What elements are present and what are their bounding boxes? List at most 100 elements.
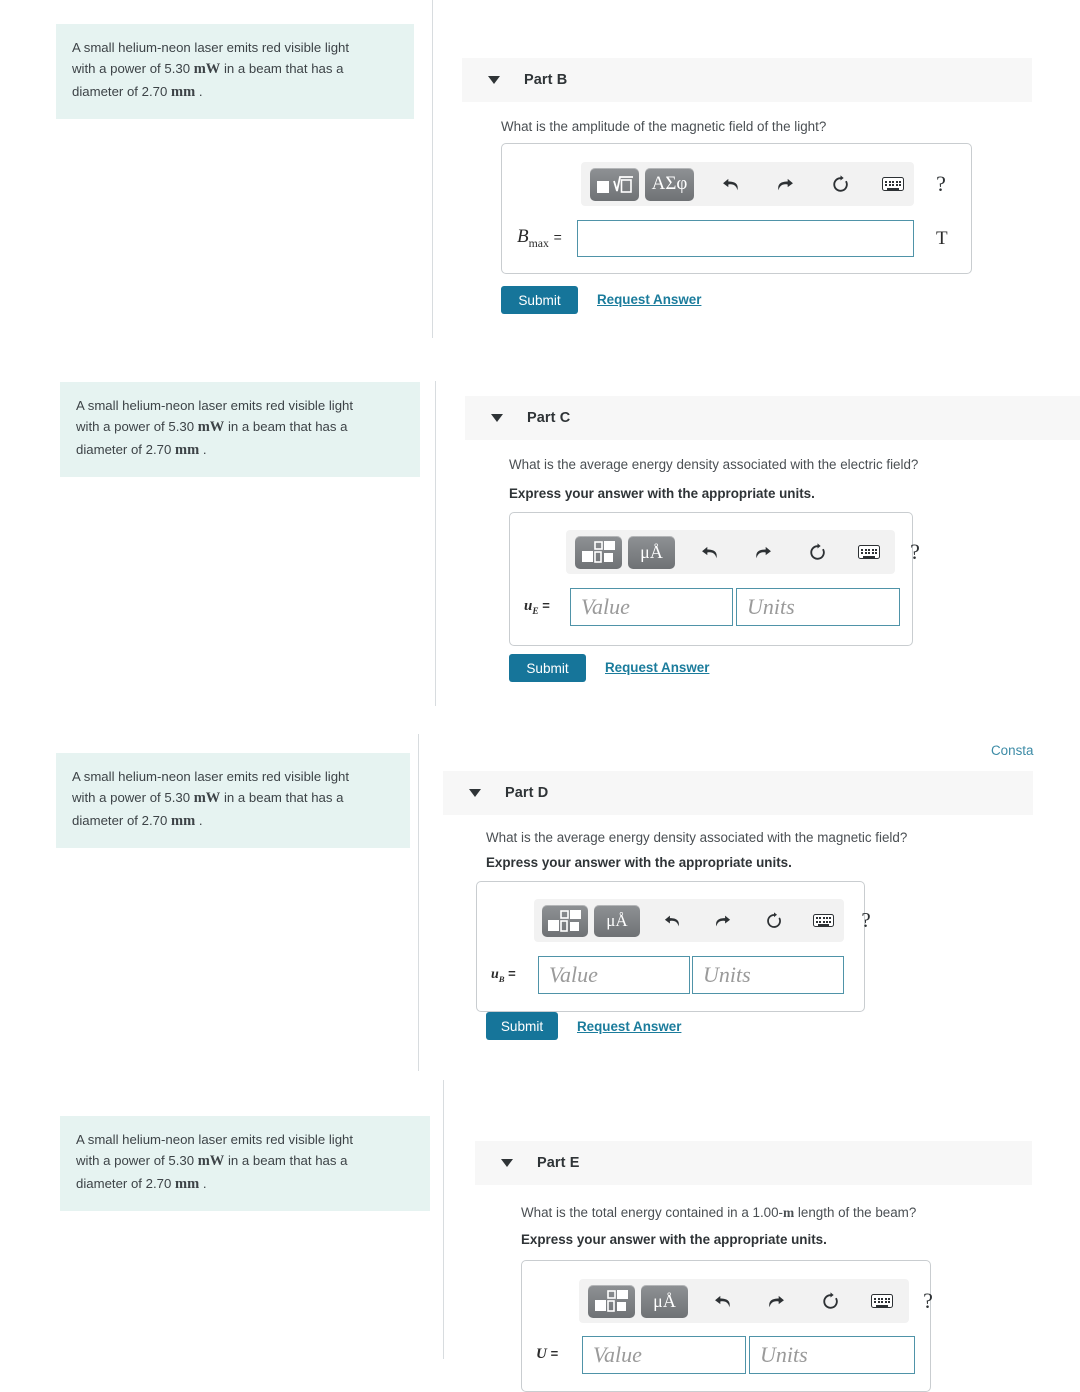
part-title: Part D [505,785,549,801]
problem-unit-mm: mm [170,812,196,829]
part-header-c[interactable]: Part C [465,396,1080,440]
value-input-e[interactable]: Value [582,1336,746,1374]
value-input-c[interactable]: Value [570,588,733,626]
math-toolbar-d: μÅ ? [534,899,871,942]
problem-line-3b: . [202,1175,207,1191]
problem-unit-mm: mm [174,1175,200,1192]
undo-icon[interactable] [713,168,747,201]
request-answer-link-b[interactable]: Request Answer [597,292,701,307]
request-answer-link-d[interactable]: Request Answer [577,1019,681,1034]
units-button[interactable]: μÅ [628,535,675,569]
problem-line-3b: . [198,812,203,828]
undo-icon[interactable] [692,536,726,569]
question-text-e-b: length of the beam? [794,1205,917,1220]
variable-base: u [491,967,499,983]
chevron-down-icon[interactable] [501,1159,513,1167]
column-divider [432,0,433,338]
units-button[interactable]: μÅ [641,1284,688,1318]
units-input-d[interactable]: Units [692,956,844,994]
chevron-down-icon[interactable] [488,76,500,84]
value-input-d[interactable]: Value [538,956,690,994]
segment-part-e: A small helium-neon laser emits red visi… [0,1080,1080,1392]
equals-sign: = [550,1345,559,1361]
help-icon[interactable]: ? [913,1285,943,1318]
problem-line-1: A small helium-neon laser emits red visi… [72,40,350,55]
variable-label-d: uB = [491,966,538,984]
part-header-b[interactable]: Part B [462,58,1032,102]
units-button[interactable]: μÅ [594,904,640,937]
variable-base: B [517,226,529,248]
redo-icon[interactable] [707,905,739,937]
redo-icon[interactable] [759,1285,793,1318]
answer-box-c: μÅ ? uE = Value Units [509,512,920,646]
submit-button-c[interactable]: Submit [509,654,586,682]
equals-sign: = [553,229,562,246]
request-answer-link-c[interactable]: Request Answer [605,660,709,675]
submit-button-d[interactable]: Submit [486,1012,558,1040]
keyboard-icon[interactable] [807,905,839,937]
part-header-d[interactable]: Part D [443,771,1033,815]
part-title: Part C [527,410,571,426]
column-divider [418,734,419,1071]
submit-label: Submit [526,660,569,676]
undo-icon[interactable] [705,1285,739,1318]
submit-label: Submit [500,1018,544,1034]
problem-line-3a: diameter of 2.70 [72,83,168,99]
problem-statement-d: A small helium-neon laser emits red visi… [56,753,410,849]
constants-link[interactable]: Consta [991,743,1033,758]
undo-icon[interactable] [656,905,688,937]
problem-unit-mw: mW [197,419,225,436]
units-input-e[interactable]: Units [749,1336,915,1374]
submit-button-b[interactable]: Submit [501,286,578,314]
keyboard-icon[interactable] [852,536,886,569]
redo-icon[interactable] [768,168,802,201]
greek-letters-button[interactable]: ΑΣφ [645,167,694,201]
equals-sign: = [508,966,516,982]
question-text-e-a: What is the total energy contained in a … [521,1205,784,1220]
answer-input-row-d: uB = Value Units [491,956,844,994]
segment-part-b: A small helium-neon laser emits red visi… [0,0,1080,345]
units-label: μÅ [640,541,663,562]
reset-icon[interactable] [758,905,790,937]
math-template-button[interactable] [575,535,622,569]
answer-input-b[interactable] [577,220,914,257]
math-toolbar-e: μÅ ? [579,1279,933,1323]
problem-line-2b: in a beam that has a [223,790,344,806]
reset-icon[interactable] [813,1285,847,1318]
variable-subscript: max [528,236,549,250]
units-label: μÅ [606,910,628,930]
keyboard-icon[interactable] [876,168,910,201]
answer-box-d: μÅ ? uB = Value Units [476,881,871,1012]
keyboard-icon[interactable] [865,1285,899,1318]
reset-icon[interactable] [823,168,857,201]
help-label: ? [923,1288,933,1313]
problem-statement-e: A small helium-neon laser emits red visi… [60,1116,430,1212]
problem-unit-mw: mW [193,790,221,807]
help-icon[interactable]: ? [900,536,930,569]
problem-line-3a: diameter of 2.70 [76,1175,172,1191]
problem-unit-mw: mW [197,1153,225,1170]
problem-line-2a: with a power of 5.30 [72,61,191,77]
help-icon[interactable]: ? [926,168,956,201]
chevron-down-icon[interactable] [469,789,481,797]
math-template-button[interactable] [542,904,588,937]
math-template-button[interactable] [590,167,639,201]
problem-line-1: A small helium-neon laser emits red visi… [76,1132,354,1147]
chevron-down-icon[interactable] [491,414,503,422]
help-icon[interactable]: ? [852,905,880,937]
problem-statement-c: A small helium-neon laser emits red visi… [60,382,420,478]
variable-subscript: B [498,973,505,984]
problem-line-2b: in a beam that has a [227,419,348,435]
part-title: Part E [537,1155,580,1171]
help-label: ? [861,908,871,932]
column-divider [443,1080,444,1359]
variable-label-e: U = [536,1346,582,1365]
reset-icon[interactable] [800,536,834,569]
problem-statement-b: A small helium-neon laser emits red visi… [56,24,414,120]
answer-input-row-b: Bmax = T [517,220,948,257]
equals-sign: = [542,597,550,613]
redo-icon[interactable] [746,536,780,569]
units-input-c[interactable]: Units [736,588,900,626]
part-header-e[interactable]: Part E [475,1141,1032,1185]
math-template-button[interactable] [588,1284,635,1318]
